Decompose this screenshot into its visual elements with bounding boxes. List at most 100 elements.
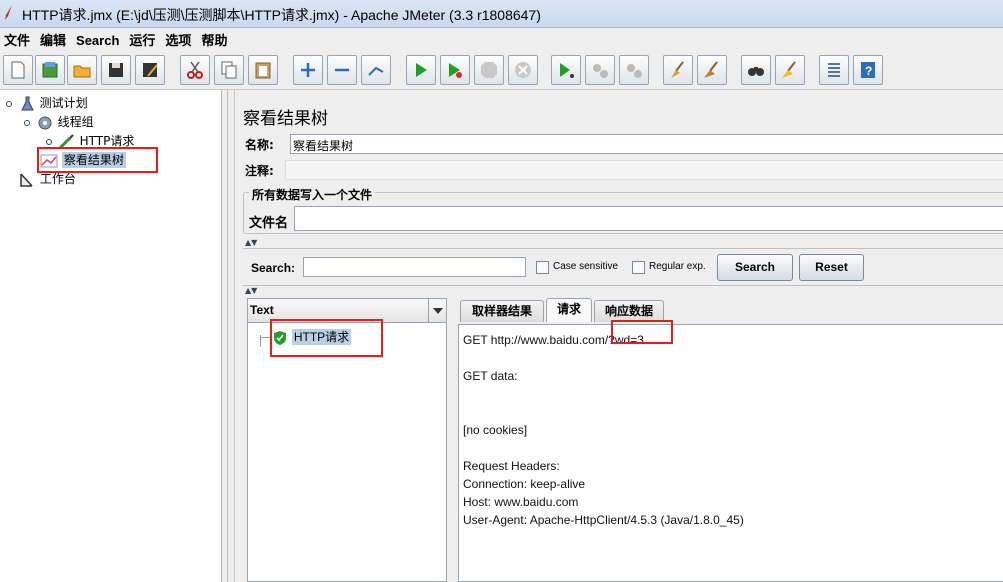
tree-label-test-plan: 测试计划 (39, 96, 88, 110)
broom-icon (671, 61, 684, 78)
play-icon (416, 63, 427, 77)
window-title: HTTP请求.jmx (E:\jd\压测\压测脚本\HTTP请求.jmx) - … (22, 7, 541, 23)
menu-bar: 文件 编辑 Search 运行 选项 帮助 (0, 28, 1003, 50)
menu-help[interactable]: 帮助 (201, 28, 227, 51)
request-line: Host: www.baidu.com (463, 495, 579, 509)
new-button[interactable] (3, 55, 33, 85)
toggle-icon (368, 66, 384, 76)
tree-handle-icon (46, 138, 52, 145)
case-sensitive-label: Case sensitive (553, 261, 619, 272)
tab-request[interactable]: 请求 (546, 298, 592, 322)
search-button[interactable] (741, 55, 771, 85)
function-helper-button[interactable] (819, 55, 849, 85)
minus-icon (335, 68, 349, 72)
binoculars-icon (748, 67, 764, 76)
remote-shutdown-button[interactable] (619, 55, 649, 85)
toggle-button[interactable] (361, 55, 391, 85)
highlight-box (270, 319, 383, 357)
save-button[interactable] (101, 55, 131, 85)
remote-start-button[interactable] (551, 55, 581, 85)
start-no-pause-button[interactable] (440, 55, 470, 85)
result-tabs: 取样器结果 请求 响应数据 (458, 298, 1003, 326)
remote-stop-button[interactable] (585, 55, 615, 85)
request-line: Connection: keep-alive (463, 477, 586, 491)
panel-title: 察看结果树 (243, 109, 328, 129)
search-submit-button[interactable]: Search (717, 254, 793, 281)
menu-options[interactable]: 选项 (165, 28, 191, 51)
plus-icon (301, 63, 315, 77)
open-button[interactable] (67, 55, 97, 85)
reset-search-button[interactable] (775, 55, 805, 85)
name-field[interactable]: 察看结果树 (290, 134, 1003, 154)
tree-label-workbench: 工作台 (39, 172, 76, 186)
remote-stop-icon (593, 64, 608, 78)
search-input[interactable] (303, 257, 526, 277)
copy-icon (221, 61, 237, 79)
gear-icon (38, 116, 52, 129)
regex-checkbox[interactable] (632, 261, 645, 274)
name-label: 名称: (245, 138, 274, 152)
test-plan-icon (21, 96, 34, 110)
menu-run[interactable]: 运行 (129, 28, 155, 51)
tree-node-test-plan[interactable]: 测试计划 (4, 94, 88, 112)
comment-label: 注释: (245, 164, 274, 178)
request-line: User-Agent: Apache-HttpClient/4.5.3 (Jav… (463, 513, 744, 527)
collapse-arrows-icon[interactable]: ▲▼ (245, 286, 257, 295)
request-line: [no cookies] (463, 423, 528, 437)
chevron-down-icon (433, 308, 443, 314)
shutdown-icon (515, 62, 531, 78)
renderer-dropdown-button[interactable] (428, 299, 446, 322)
tree-handle-icon (6, 100, 12, 107)
collapse-button[interactable] (327, 55, 357, 85)
menu-edit[interactable]: 编辑 (40, 28, 66, 51)
stop-button[interactable] (474, 55, 504, 85)
menu-search[interactable]: Search (76, 31, 119, 50)
renderer-value: Text (250, 303, 274, 317)
new-file-icon (11, 61, 25, 79)
menu-file[interactable]: 文件 (4, 28, 30, 51)
save-as-button[interactable] (135, 55, 165, 85)
reset-button[interactable]: Reset (799, 254, 864, 281)
help-button[interactable]: ? (853, 55, 883, 85)
highlight-box (37, 147, 158, 173)
shutdown-button[interactable] (508, 55, 538, 85)
toolbar: ? (0, 50, 1003, 90)
start-button[interactable] (406, 55, 436, 85)
collapse-arrows-icon[interactable]: ▲▼ (245, 238, 257, 247)
splitter[interactable] (222, 90, 234, 582)
expand-button[interactable] (293, 55, 323, 85)
open-folder-icon (73, 65, 91, 78)
file-group-title: 所有数据写入一个文件 (249, 186, 376, 203)
broom-all-icon (704, 61, 718, 78)
save-icon (109, 63, 123, 77)
list-icon (828, 63, 840, 77)
tree-node-thread-group[interactable]: 线程组 (22, 113, 94, 131)
clear-button[interactable] (663, 55, 693, 85)
templates-icon (42, 62, 58, 78)
case-sensitive-checkbox[interactable] (536, 261, 549, 274)
tree-label-http-request: HTTP请求 (79, 134, 135, 148)
filename-field[interactable] (294, 206, 1003, 231)
templates-button[interactable] (35, 55, 65, 85)
copy-button[interactable] (214, 55, 244, 85)
scissors-icon (187, 61, 203, 79)
window-title-bar: HTTP请求.jmx (E:\jd\压测\压测脚本\HTTP请求.jmx) - … (0, 0, 1003, 28)
comment-field[interactable] (285, 160, 1003, 180)
clear-all-button[interactable] (697, 55, 727, 85)
clipboard-icon (255, 62, 271, 79)
play-no-pause-icon (449, 63, 462, 78)
paste-button[interactable] (248, 55, 278, 85)
filename-label: 文件名 (249, 216, 289, 231)
search-label: Search: (251, 261, 296, 275)
highlight-box (611, 320, 673, 344)
stop-icon (481, 62, 497, 78)
tree-handle-icon (24, 119, 30, 126)
cut-button[interactable] (180, 55, 210, 85)
regex-label: Regular exp. (649, 261, 706, 272)
save-as-icon (143, 63, 158, 77)
tab-sampler-result[interactable]: 取样器结果 (460, 300, 544, 322)
remote-shutdown-icon (627, 64, 642, 78)
tab-response-data[interactable]: 响应数据 (594, 300, 664, 322)
request-line: GET data: (463, 369, 518, 383)
sweep-icon (782, 61, 796, 78)
